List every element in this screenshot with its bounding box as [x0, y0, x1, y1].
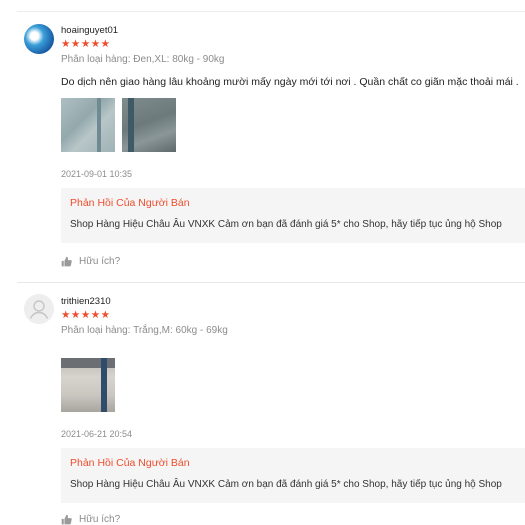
review-image[interactable]	[61, 98, 115, 152]
seller-reply-text: Shop Hàng Hiệu Châu Âu VNXK Cảm ơn bạn đ…	[70, 219, 502, 230]
helpful-button[interactable]: Hữu ích?	[61, 256, 120, 267]
review-comment: Do dịch nên giao hàng lâu khoảng mười mấ…	[61, 76, 519, 88]
product-variation: Phân loại hàng: Đen,XL: 80kg - 90kg	[61, 54, 225, 65]
default-user-icon	[24, 294, 54, 324]
reviewer-username[interactable]: hoainguyet01	[61, 25, 118, 36]
seller-reply: Phản Hồi Của Người Bán Shop Hàng Hiệu Ch…	[61, 448, 525, 503]
review-list: hoainguyet01 ★★★★★ Phân loại hàng: Đen,X…	[0, 0, 525, 525]
seller-reply-text: Shop Hàng Hiệu Châu Âu VNXK Cảm ơn bạn đ…	[70, 479, 502, 490]
review-timestamp: 2021-06-21 20:54	[61, 429, 133, 439]
star-rating: ★★★★★	[61, 309, 111, 321]
avatar[interactable]	[24, 24, 54, 54]
thumbs-up-icon	[61, 514, 72, 525]
review-image[interactable]	[61, 358, 115, 412]
review-image[interactable]	[122, 98, 176, 152]
helpful-label: Hữu ích?	[79, 256, 121, 267]
avatar[interactable]	[24, 294, 54, 324]
divider	[17, 282, 525, 283]
divider	[17, 11, 525, 12]
helpful-label: Hữu ích?	[79, 514, 121, 525]
thumbs-up-icon	[61, 256, 72, 267]
reviewer-username[interactable]: trithien2310	[61, 296, 111, 307]
star-rating: ★★★★★	[61, 38, 111, 50]
seller-reply: Phản Hồi Của Người Bán Shop Hàng Hiệu Ch…	[61, 188, 525, 243]
seller-reply-title: Phản Hồi Của Người Bán	[70, 457, 190, 469]
helpful-button[interactable]: Hữu ích?	[61, 514, 120, 525]
seller-reply-title: Phản Hồi Của Người Bán	[70, 197, 190, 209]
product-variation: Phân loại hàng: Trắng,M: 60kg - 69kg	[61, 325, 228, 336]
review-timestamp: 2021-09-01 10:35	[61, 169, 133, 179]
